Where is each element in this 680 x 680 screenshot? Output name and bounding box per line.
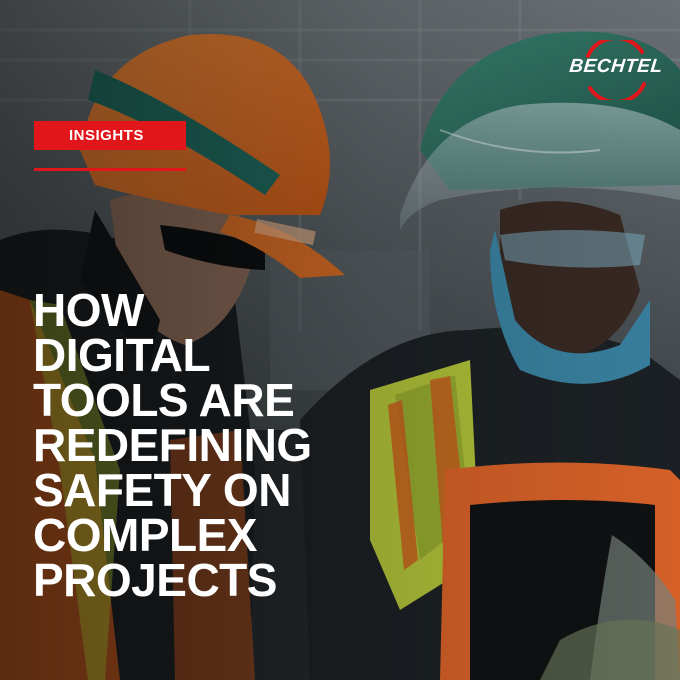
headline-line: COMPLEX <box>33 509 257 561</box>
post-canvas: INSIGHTS HOW DIGITAL TOOLS ARE REDEFININ… <box>0 0 680 680</box>
insights-tag-label: INSIGHTS <box>69 127 144 144</box>
headline-line: HOW <box>33 284 144 336</box>
headline: HOW DIGITAL TOOLS ARE REDEFINING SAFETY … <box>33 284 363 606</box>
headline-line: TOOLS ARE <box>33 374 295 426</box>
bechtel-logo: BECHTEL <box>568 40 664 100</box>
headline-line: REDEFINING <box>33 419 312 471</box>
headline-line: DIGITAL <box>33 329 211 381</box>
insights-tag: INSIGHTS <box>34 121 186 150</box>
headline-line: SAFETY ON <box>33 464 291 516</box>
logo-wordmark: BECHTEL <box>568 56 664 77</box>
tag-underline-rule <box>34 168 186 171</box>
headline-line: PROJECTS <box>33 554 277 606</box>
